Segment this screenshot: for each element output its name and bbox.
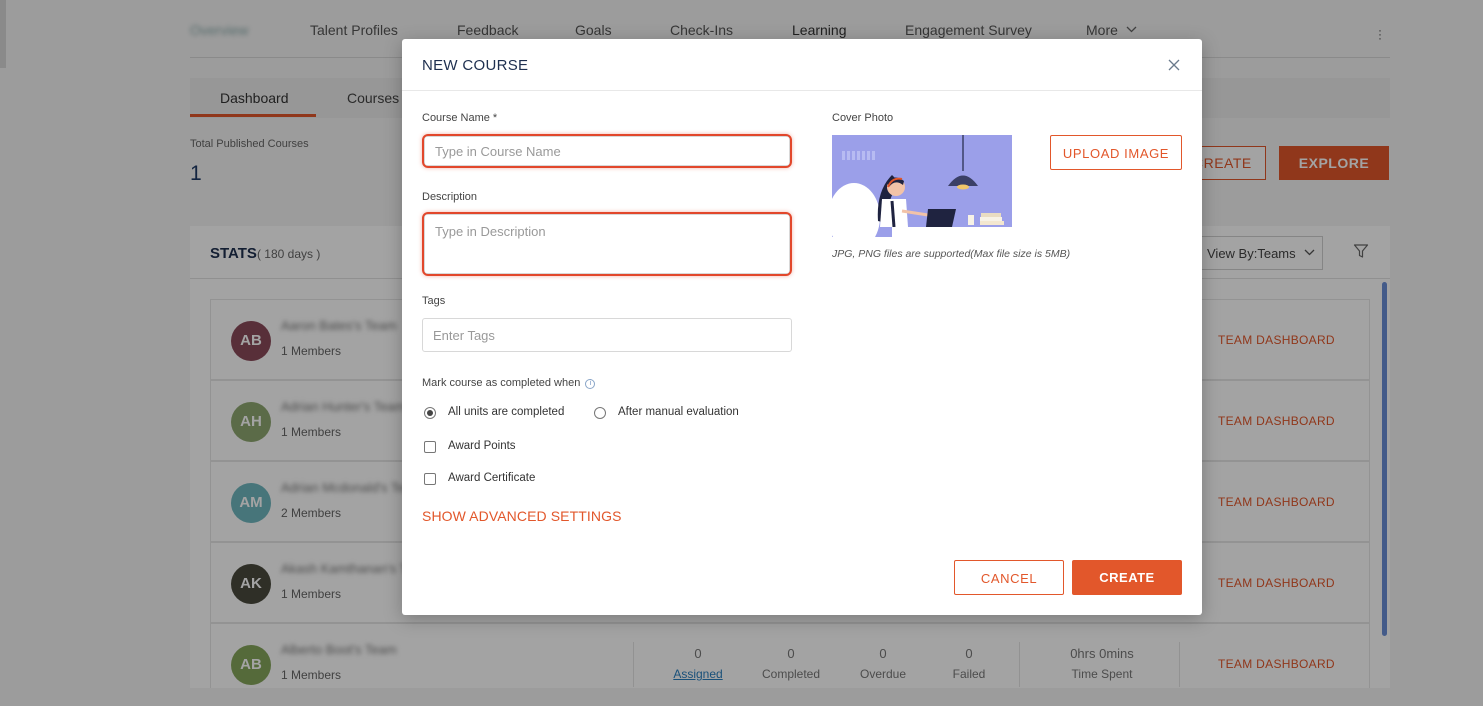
course-name-input[interactable] — [424, 136, 790, 166]
cover-photo-label: Cover Photo — [832, 112, 894, 124]
new-course-modal: NEW COURSE Course Name * Description Tag… — [402, 39, 1202, 615]
description-label: Description — [422, 191, 478, 203]
close-icon[interactable] — [1166, 57, 1182, 73]
award-certificate-label[interactable]: Award Certificate — [448, 472, 535, 484]
show-advanced-settings-link[interactable]: SHOW ADVANCED SETTINGS — [422, 508, 622, 524]
award-points-checkbox[interactable] — [424, 441, 436, 453]
cover-photo-preview — [832, 135, 1012, 237]
description-textarea[interactable] — [424, 214, 790, 274]
tags-label: Tags — [422, 295, 446, 307]
file-format-hint: JPG, PNG files are supported(Max file si… — [832, 248, 1071, 260]
modal-title: NEW COURSE — [422, 57, 529, 74]
course-name-label: Course Name * — [422, 112, 498, 124]
cover-illustration — [832, 135, 1012, 237]
tags-input[interactable] — [422, 318, 792, 352]
completion-label: Mark course as completed when i — [422, 377, 596, 389]
award-certificate-checkbox[interactable] — [424, 473, 436, 485]
upload-image-button[interactable]: UPLOAD IMAGE — [1050, 135, 1182, 170]
modal-header-divider — [402, 90, 1202, 91]
completion-label-text: Mark course as completed when — [422, 377, 581, 389]
award-points-label[interactable]: Award Points — [448, 440, 516, 452]
radio-all-units-completed-label[interactable]: All units are completed — [448, 406, 564, 418]
radio-after-manual-evaluation-label[interactable]: After manual evaluation — [618, 406, 739, 418]
info-icon[interactable]: i — [585, 379, 596, 389]
cancel-button[interactable]: CANCEL — [954, 560, 1064, 595]
create-button[interactable]: CREATE — [1072, 560, 1182, 595]
radio-all-units-completed[interactable] — [424, 407, 436, 419]
radio-after-manual-evaluation[interactable] — [594, 407, 606, 419]
